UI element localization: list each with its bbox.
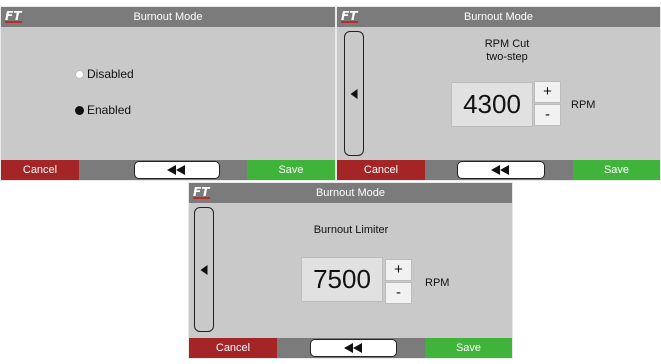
increment-button[interactable]: + [385,259,412,281]
setting-label-line-1: RPM Cut [484,38,530,50]
burnout-mode-panel-2: FT Burnout Mode RPM Cut two-step 4300 + … [336,6,661,181]
side-back-button[interactable] [344,31,364,156]
save-button[interactable]: Save [573,160,660,180]
svg-text:FT: FT [341,9,358,23]
back-button[interactable] [310,339,397,357]
unit-label: RPM [571,99,596,111]
option-label: Enabled [87,103,132,117]
option-enabled[interactable]: Enabled [75,103,131,117]
double-left-arrow-icon [491,165,509,175]
save-button[interactable]: Save [425,338,512,358]
left-arrow-icon [350,88,358,99]
cancel-button[interactable]: Cancel [1,160,79,180]
back-button[interactable] [457,161,545,179]
setting-label: RPM Cut two-step [457,38,557,64]
footer-bar: Cancel Save [337,160,660,180]
footer-bar: Cancel Save [189,338,512,358]
side-back-button[interactable] [194,207,214,332]
radio-checked-icon[interactable] [75,106,84,115]
panel-title: Burnout Mode [463,11,534,23]
left-arrow-icon [200,264,208,275]
svg-text:FT: FT [193,185,210,199]
footer-bar: Cancel Save [1,160,335,180]
rpm-value-display: 4300 [451,82,533,127]
radio-unchecked-icon[interactable] [75,70,84,79]
burnout-mode-panel-1: FT Burnout Mode Disabled Enabled Cancel … [0,6,336,181]
title-bar: FT Burnout Mode [337,7,660,27]
save-button[interactable]: Save [247,160,335,180]
ft-logo-icon: FT [341,9,358,23]
increment-button[interactable]: + [534,81,561,103]
back-button[interactable] [134,161,220,179]
panel-title: Burnout Mode [315,187,386,199]
title-bar: FT Burnout Mode [189,183,512,203]
option-label: Disabled [87,67,134,81]
ft-logo-icon: FT [5,9,22,23]
cancel-button[interactable]: Cancel [337,160,425,180]
panel-title: Burnout Mode [133,11,203,23]
rpm-value-display: 7500 [301,257,383,302]
burnout-mode-panel-3: FT Burnout Mode Burnout Limiter 7500 + -… [188,182,513,359]
double-left-arrow-icon [167,165,185,175]
unit-label: RPM [425,277,450,289]
ft-logo-icon: FT [193,185,210,199]
decrement-button[interactable]: - [385,282,412,304]
double-left-arrow-icon [343,343,362,353]
setting-label: Burnout Limiter [313,224,389,236]
title-bar: FT Burnout Mode [1,7,335,27]
cancel-button[interactable]: Cancel [189,338,277,358]
setting-label-line-2: two-step [486,51,528,63]
option-disabled[interactable]: Disabled [75,67,134,81]
decrement-button[interactable]: - [534,104,561,126]
svg-text:FT: FT [5,9,22,23]
